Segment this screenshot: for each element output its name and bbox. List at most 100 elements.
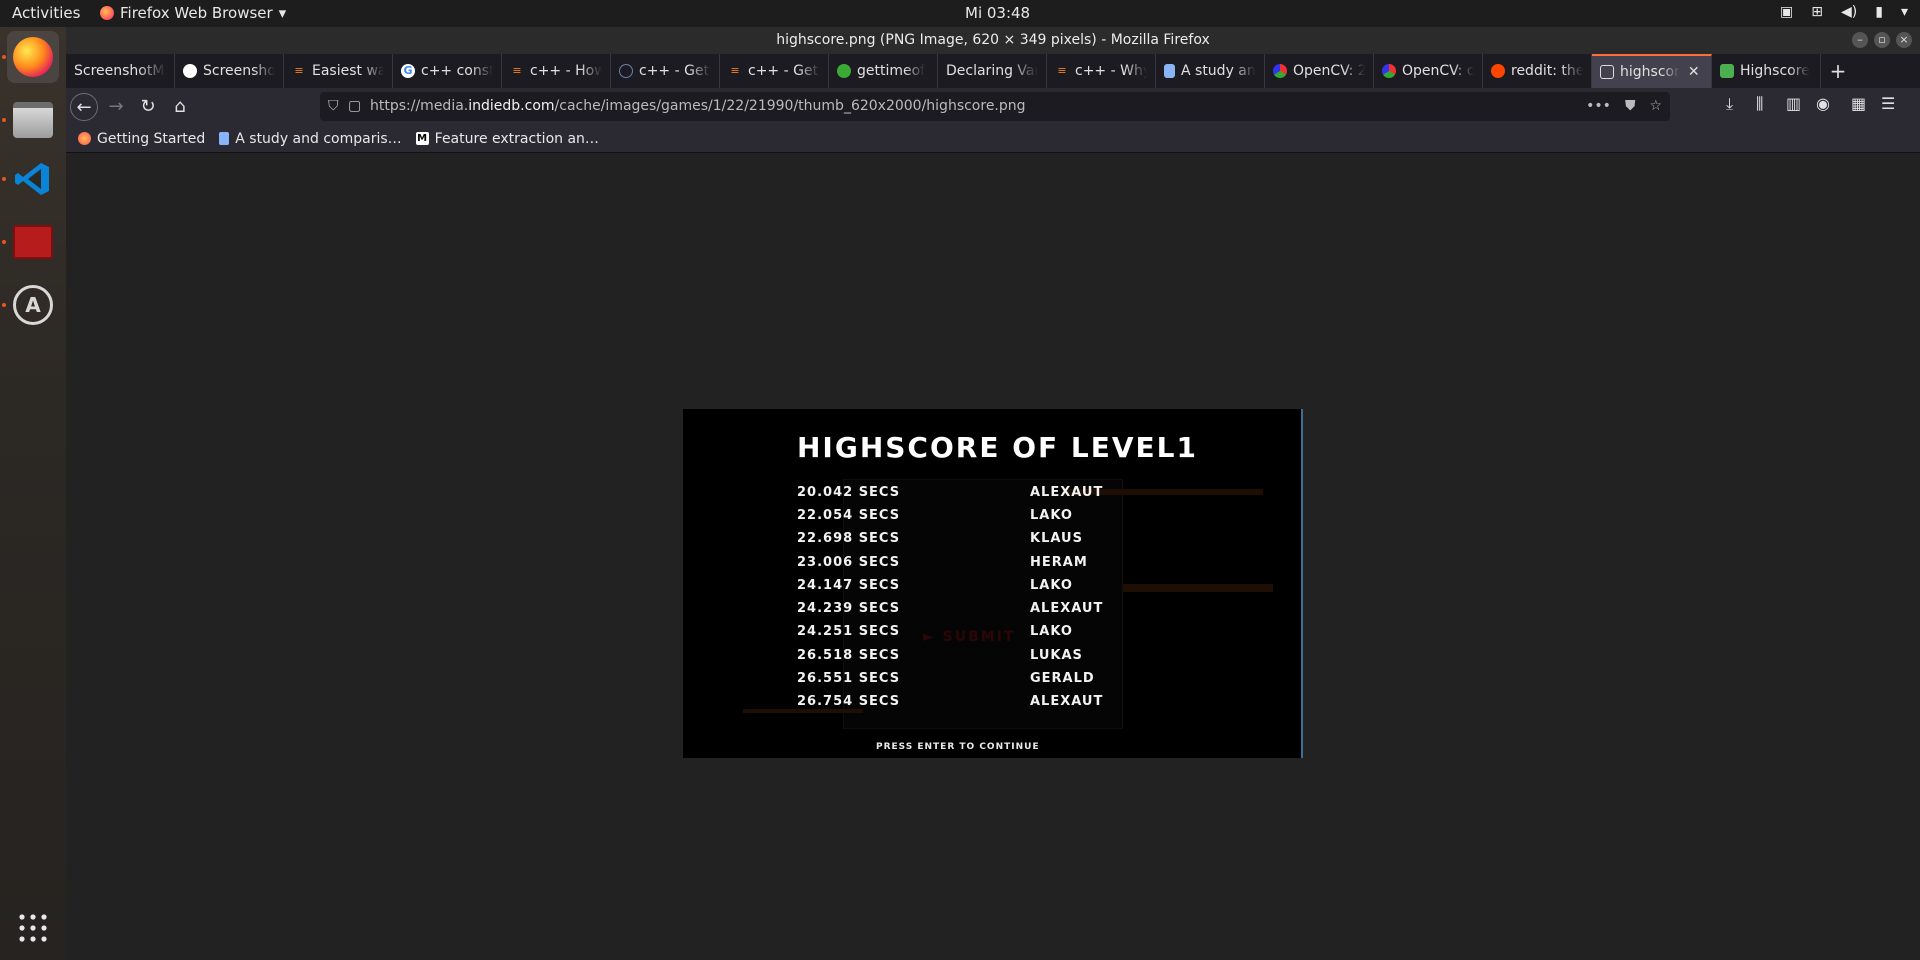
tab[interactable]: Declaring Var bbox=[938, 54, 1047, 88]
tab[interactable]: ≡ c++ - Why c bbox=[1047, 54, 1156, 88]
url-bar-actions: ••• ⛊ ☆ bbox=[1586, 92, 1662, 121]
stackoverflow-icon: ≡ bbox=[512, 64, 522, 77]
app-grid-icon bbox=[19, 914, 47, 942]
score-time: 22.698 SECS bbox=[797, 531, 901, 546]
show-applications-button[interactable] bbox=[7, 902, 59, 954]
bookmark-item[interactable]: A study and comparis… bbox=[219, 131, 402, 147]
dock-files[interactable] bbox=[7, 94, 59, 146]
tracking-protection-icon[interactable]: ⛉ bbox=[328, 92, 339, 121]
tab[interactable]: ≡ Easiest wa bbox=[284, 54, 393, 88]
tab-label: OpenCV: c bbox=[1402, 63, 1474, 79]
window-controls: – ▫ × bbox=[1852, 32, 1912, 48]
tab[interactable]: gettimeof bbox=[829, 54, 938, 88]
tab[interactable]: Screensho bbox=[175, 54, 284, 88]
score-time: 26.518 SECS bbox=[797, 648, 901, 663]
running-indicator bbox=[2, 240, 6, 244]
tab[interactable]: OpenCV: c bbox=[1374, 54, 1483, 88]
stackoverflow-icon: ≡ bbox=[1057, 64, 1067, 77]
maximize-button[interactable]: ▫ bbox=[1874, 32, 1890, 48]
bookmark-item[interactable]: M Feature extraction an… bbox=[415, 130, 599, 147]
bookmark-label: Getting Started bbox=[97, 130, 206, 147]
tab-selected[interactable]: highscor ✕ bbox=[1592, 54, 1712, 88]
firefox-icon bbox=[100, 6, 114, 20]
network-icon[interactable]: ⊞ bbox=[1811, 4, 1823, 20]
menu-icon[interactable]: ☰ bbox=[1881, 94, 1895, 113]
tab[interactable]: ScreenshotMa bbox=[66, 54, 175, 88]
sidebar-icon[interactable]: ▥ bbox=[1786, 94, 1801, 113]
score-time: 24.251 SECS bbox=[797, 624, 901, 639]
tab[interactable]: OpenCV: 2 bbox=[1265, 54, 1374, 88]
indiedb-icon bbox=[1720, 64, 1734, 78]
score-player: ALEXAUT bbox=[1030, 485, 1104, 500]
navigation-toolbar: ← → ↻ ⌂ ⛉ ▢ https://media.indiedb.com/ca… bbox=[66, 88, 1920, 125]
terminal-icon bbox=[13, 225, 53, 259]
tab[interactable]: reddit: the bbox=[1483, 54, 1592, 88]
document-icon bbox=[219, 132, 230, 145]
dock-firefox[interactable] bbox=[7, 31, 59, 83]
url-prefix: https://media. bbox=[370, 98, 469, 114]
dock-software-updater[interactable]: A bbox=[7, 279, 59, 331]
stackoverflow-icon: ≡ bbox=[294, 64, 304, 77]
library-icon[interactable]: ⫼ bbox=[1756, 94, 1763, 114]
bookmark-label: Feature extraction an… bbox=[434, 130, 599, 147]
back-button[interactable]: ← bbox=[70, 93, 98, 121]
forward-button[interactable]: → bbox=[102, 93, 130, 121]
tab-label: c++ - How bbox=[530, 63, 602, 79]
close-button[interactable]: × bbox=[1896, 32, 1912, 48]
software-updater-icon: A bbox=[13, 285, 53, 325]
close-tab-icon[interactable]: ✕ bbox=[1688, 64, 1700, 80]
score-row: 23.006 SECS HERAM bbox=[797, 555, 1157, 575]
running-indicator bbox=[2, 55, 6, 59]
score-time: 24.147 SECS bbox=[797, 578, 901, 593]
volume-icon[interactable]: ◀) bbox=[1841, 4, 1857, 20]
tab[interactable]: ≡ c++ - How bbox=[502, 54, 611, 88]
score-row: 24.147 SECS LAKO bbox=[797, 578, 1157, 598]
chevron-down-icon[interactable]: ▾ bbox=[1901, 4, 1908, 20]
score-player: KLAUS bbox=[1030, 531, 1083, 546]
camera-icon[interactable]: ▣ bbox=[1780, 4, 1793, 20]
page-actions-icon[interactable]: ••• bbox=[1586, 92, 1611, 121]
system-tray[interactable]: ▣ ⊞ ◀) ▮ ▾ bbox=[1780, 4, 1908, 20]
activities-button[interactable]: Activities bbox=[12, 4, 80, 22]
tab-label: c++ - Get m bbox=[748, 63, 820, 79]
tab[interactable]: A study an bbox=[1156, 54, 1265, 88]
tab-label: Easiest wa bbox=[312, 63, 384, 79]
app-menu[interactable]: Firefox Web Browser ▾ bbox=[100, 4, 286, 22]
battery-icon[interactable]: ▮ bbox=[1875, 4, 1883, 20]
score-time: 26.551 SECS bbox=[797, 671, 901, 686]
score-time: 23.006 SECS bbox=[797, 555, 901, 570]
window-titlebar[interactable]: highscore.png (PNG Image, 620 × 349 pixe… bbox=[66, 27, 1920, 54]
home-button[interactable]: ⌂ bbox=[166, 93, 194, 121]
site-info-icon[interactable]: ▢ bbox=[348, 92, 361, 121]
highscore-image[interactable]: ► SUBMIT HIGHSCORE OF LEVEL1 20.042 SECS… bbox=[683, 409, 1303, 758]
file-manager-icon bbox=[13, 102, 53, 138]
bookmark-star-icon[interactable]: ☆ bbox=[1649, 92, 1662, 121]
pocket-icon[interactable]: ⛊ bbox=[1625, 92, 1636, 121]
gnome-top-bar: Activities Firefox Web Browser ▾ Mi 03:4… bbox=[0, 0, 1920, 27]
url-path: /cache/images/games/1/22/21990/thumb_620… bbox=[554, 98, 1026, 114]
minimize-button[interactable]: – bbox=[1852, 32, 1868, 48]
new-tab-button[interactable]: + bbox=[1821, 54, 1855, 88]
ubuntu-dock: A bbox=[0, 27, 66, 960]
dock-vscode[interactable] bbox=[7, 153, 59, 205]
firefox-icon bbox=[13, 37, 53, 77]
tab[interactable]: c++ - Getti bbox=[611, 54, 720, 88]
downloads-icon[interactable]: ⤓ bbox=[1726, 94, 1733, 114]
tab-strip: ScreenshotMa Screensho ≡ Easiest wa G c+… bbox=[66, 54, 1920, 88]
url-bar[interactable]: ⛉ ▢ https://media.indiedb.com/cache/imag… bbox=[320, 92, 1670, 121]
score-row: 22.698 SECS KLAUS bbox=[797, 531, 1157, 551]
tab[interactable]: Highscore bbox=[1712, 54, 1821, 88]
bookmark-item[interactable]: Getting Started bbox=[78, 131, 205, 147]
google-icon: G bbox=[401, 64, 415, 78]
url-host: indiedb.com bbox=[468, 98, 555, 114]
extensions-icon[interactable]: ▦ bbox=[1851, 94, 1866, 113]
tab[interactable]: G c++ const bbox=[393, 54, 502, 88]
score-row: 24.251 SECS LAKO bbox=[797, 624, 1157, 644]
reload-button[interactable]: ↻ bbox=[134, 93, 162, 121]
account-icon[interactable]: ◉ bbox=[1816, 94, 1830, 113]
tab[interactable]: ≡ c++ - Get m bbox=[720, 54, 829, 88]
dock-terminal-app[interactable] bbox=[7, 216, 59, 268]
score-time: 24.239 SECS bbox=[797, 601, 901, 616]
clock[interactable]: Mi 03:48 bbox=[965, 4, 1030, 22]
tab-label: A study an bbox=[1181, 63, 1256, 79]
